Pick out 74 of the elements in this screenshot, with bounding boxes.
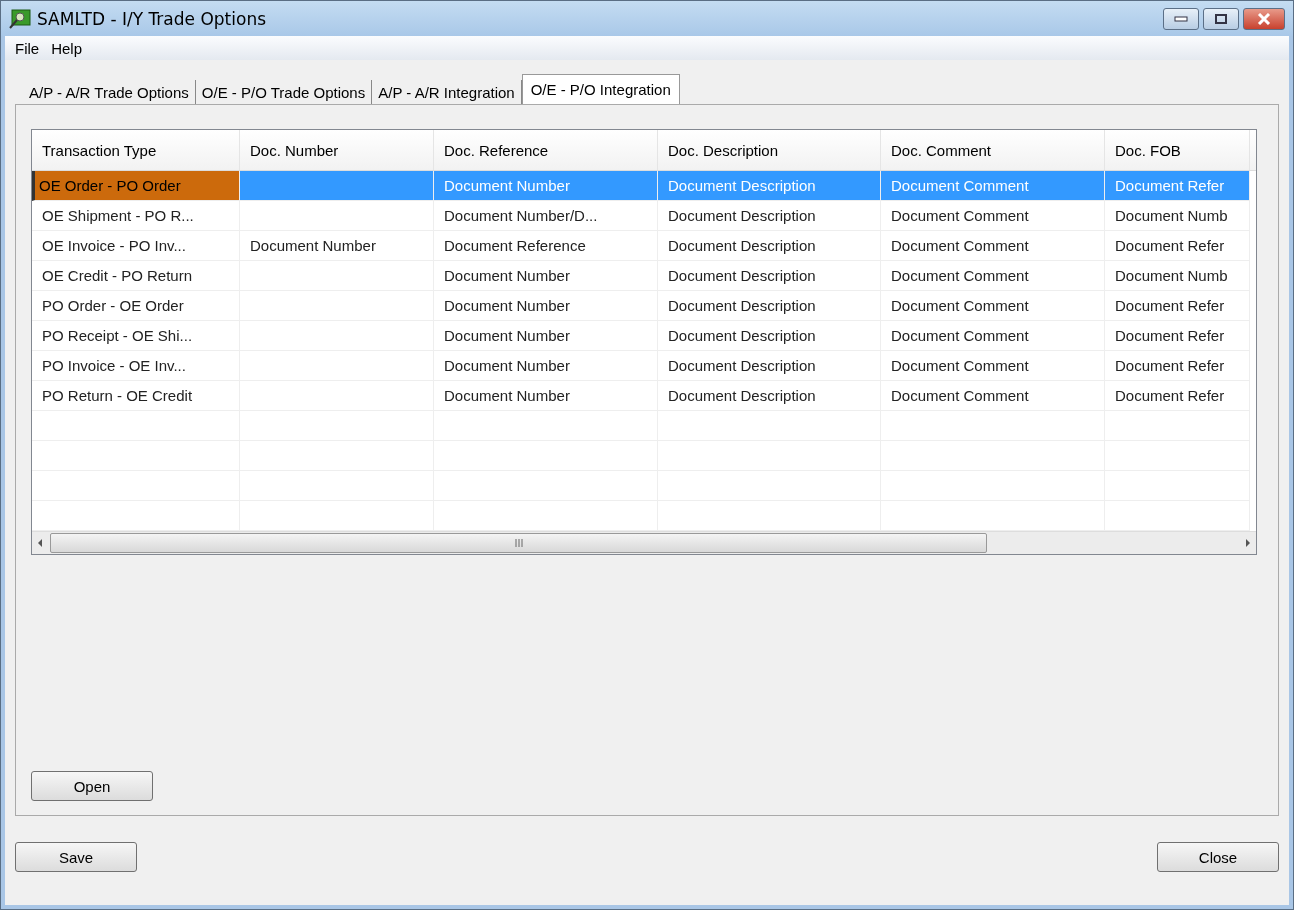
table-cell: Document Comment [881, 261, 1105, 291]
maximize-icon [1215, 13, 1227, 24]
tab[interactable]: O/E - P/O Integration [521, 74, 680, 104]
table-cell: Document Description [658, 381, 881, 411]
table-cell: OE Order - PO Order [32, 171, 240, 201]
table-row[interactable]: PO Order - OE Order Document Number Document Description Document Comment Document Refer [32, 291, 1256, 321]
table-cell: Document Number [240, 231, 434, 261]
table-cell: PO Receipt - OE Shi... [32, 321, 240, 351]
table-cell: Document Refer [1105, 381, 1250, 411]
table-cell: OE Credit - PO Return [32, 261, 240, 291]
table-row[interactable]: OE Shipment - PO R... Document Number/D... Document Description Document Comment Document Numb [32, 201, 1256, 231]
table-cell: OE Shipment - PO R... [32, 201, 240, 231]
table-cell: Document Description [658, 321, 881, 351]
table-cell: Document Reference [434, 231, 658, 261]
column-header[interactable]: Doc. Comment [881, 130, 1105, 170]
table-cell: Document Number [434, 261, 658, 291]
table-cell: PO Invoice - OE Inv... [32, 351, 240, 381]
table-cell: OE Invoice - PO Inv... [32, 231, 240, 261]
scroll-thumb[interactable] [50, 533, 987, 553]
close-button[interactable] [1243, 7, 1285, 30]
table-cell: Document Number [434, 381, 658, 411]
table-cell: Document Description [658, 351, 881, 381]
table-row[interactable]: PO Receipt - OE Shi... Document Number Document Description Document Comment Document Refer [32, 321, 1256, 351]
table-cell: Document Number [434, 321, 658, 351]
table-cell: Document Refer [1105, 231, 1250, 261]
close-icon [1257, 12, 1271, 25]
table-cell: Document Comment [881, 351, 1105, 381]
table-row[interactable]: PO Invoice - OE Inv... Document Number Document Description Document Comment Document Refer [32, 351, 1256, 381]
table-cell: Document Description [658, 261, 881, 291]
table-cell: Document Description [658, 231, 881, 261]
scroll-left-icon[interactable] [36, 538, 44, 548]
minimize-icon [1174, 15, 1188, 22]
table-cell: Document Comment [881, 291, 1105, 321]
column-header[interactable]: Doc. Description [658, 130, 881, 170]
table-cell: Document Description [658, 171, 881, 201]
table-cell: Document Comment [881, 171, 1105, 201]
table-cell: PO Order - OE Order [32, 291, 240, 321]
column-header[interactable]: Doc. Reference [434, 130, 658, 170]
table-cell: Document Refer [1105, 321, 1250, 351]
table-cell: Document Description [658, 201, 881, 231]
app-icon [9, 8, 31, 29]
minimize-button[interactable] [1163, 7, 1199, 30]
menu-item[interactable]: Help [45, 39, 89, 57]
column-header[interactable]: Transaction Type [32, 130, 240, 170]
close-dialog-button[interactable]: Close [1157, 842, 1279, 872]
table-cell: Document Comment [881, 381, 1105, 411]
table-cell: Document Numb [1105, 261, 1250, 291]
maximize-button[interactable] [1203, 7, 1239, 30]
window-title: SAMLTD - I/Y Trade Options [37, 8, 267, 29]
table-cell: Document Number/D... [434, 201, 658, 231]
table-cell: PO Return - OE Credit [32, 381, 240, 411]
horizontal-scrollbar[interactable] [32, 531, 1256, 554]
table-cell: Document Description [658, 291, 881, 321]
table-cell: Document Number [434, 351, 658, 381]
menu-item[interactable]: File [9, 39, 46, 57]
table-cell: Document Comment [881, 201, 1105, 231]
save-button[interactable]: Save [15, 842, 137, 872]
column-header[interactable]: Doc. FOB [1105, 130, 1250, 170]
grip-icon [513, 539, 524, 547]
table-row[interactable]: OE Credit - PO Return Document Number Document Description Document Comment Document Numb [32, 261, 1256, 291]
table-cell: Document Comment [881, 321, 1105, 351]
table-cell: Document Refer [1105, 351, 1250, 381]
table-cell: Document Numb [1105, 201, 1250, 231]
column-header[interactable]: Doc. Number [240, 130, 434, 170]
table-cell: Document Refer [1105, 291, 1250, 321]
table-cell: Document Comment [881, 231, 1105, 261]
table-cell: Document Refer [1105, 171, 1250, 201]
open-button[interactable]: Open [31, 771, 153, 801]
table-cell: Document Number [434, 171, 658, 201]
table-row[interactable]: PO Return - OE Credit Document Number Document Description Document Comment Document Refer [32, 381, 1256, 411]
table-cell: Document Number [434, 291, 658, 321]
table-row[interactable]: OE Invoice - PO Inv... Document Number Document Reference Document Description Document Comment Document Refer [32, 231, 1256, 261]
selected-row[interactable]: OE Order - PO Order Document Number Document Description Document Comment Document Refer [32, 171, 1256, 201]
scroll-right-icon[interactable] [1244, 538, 1252, 548]
